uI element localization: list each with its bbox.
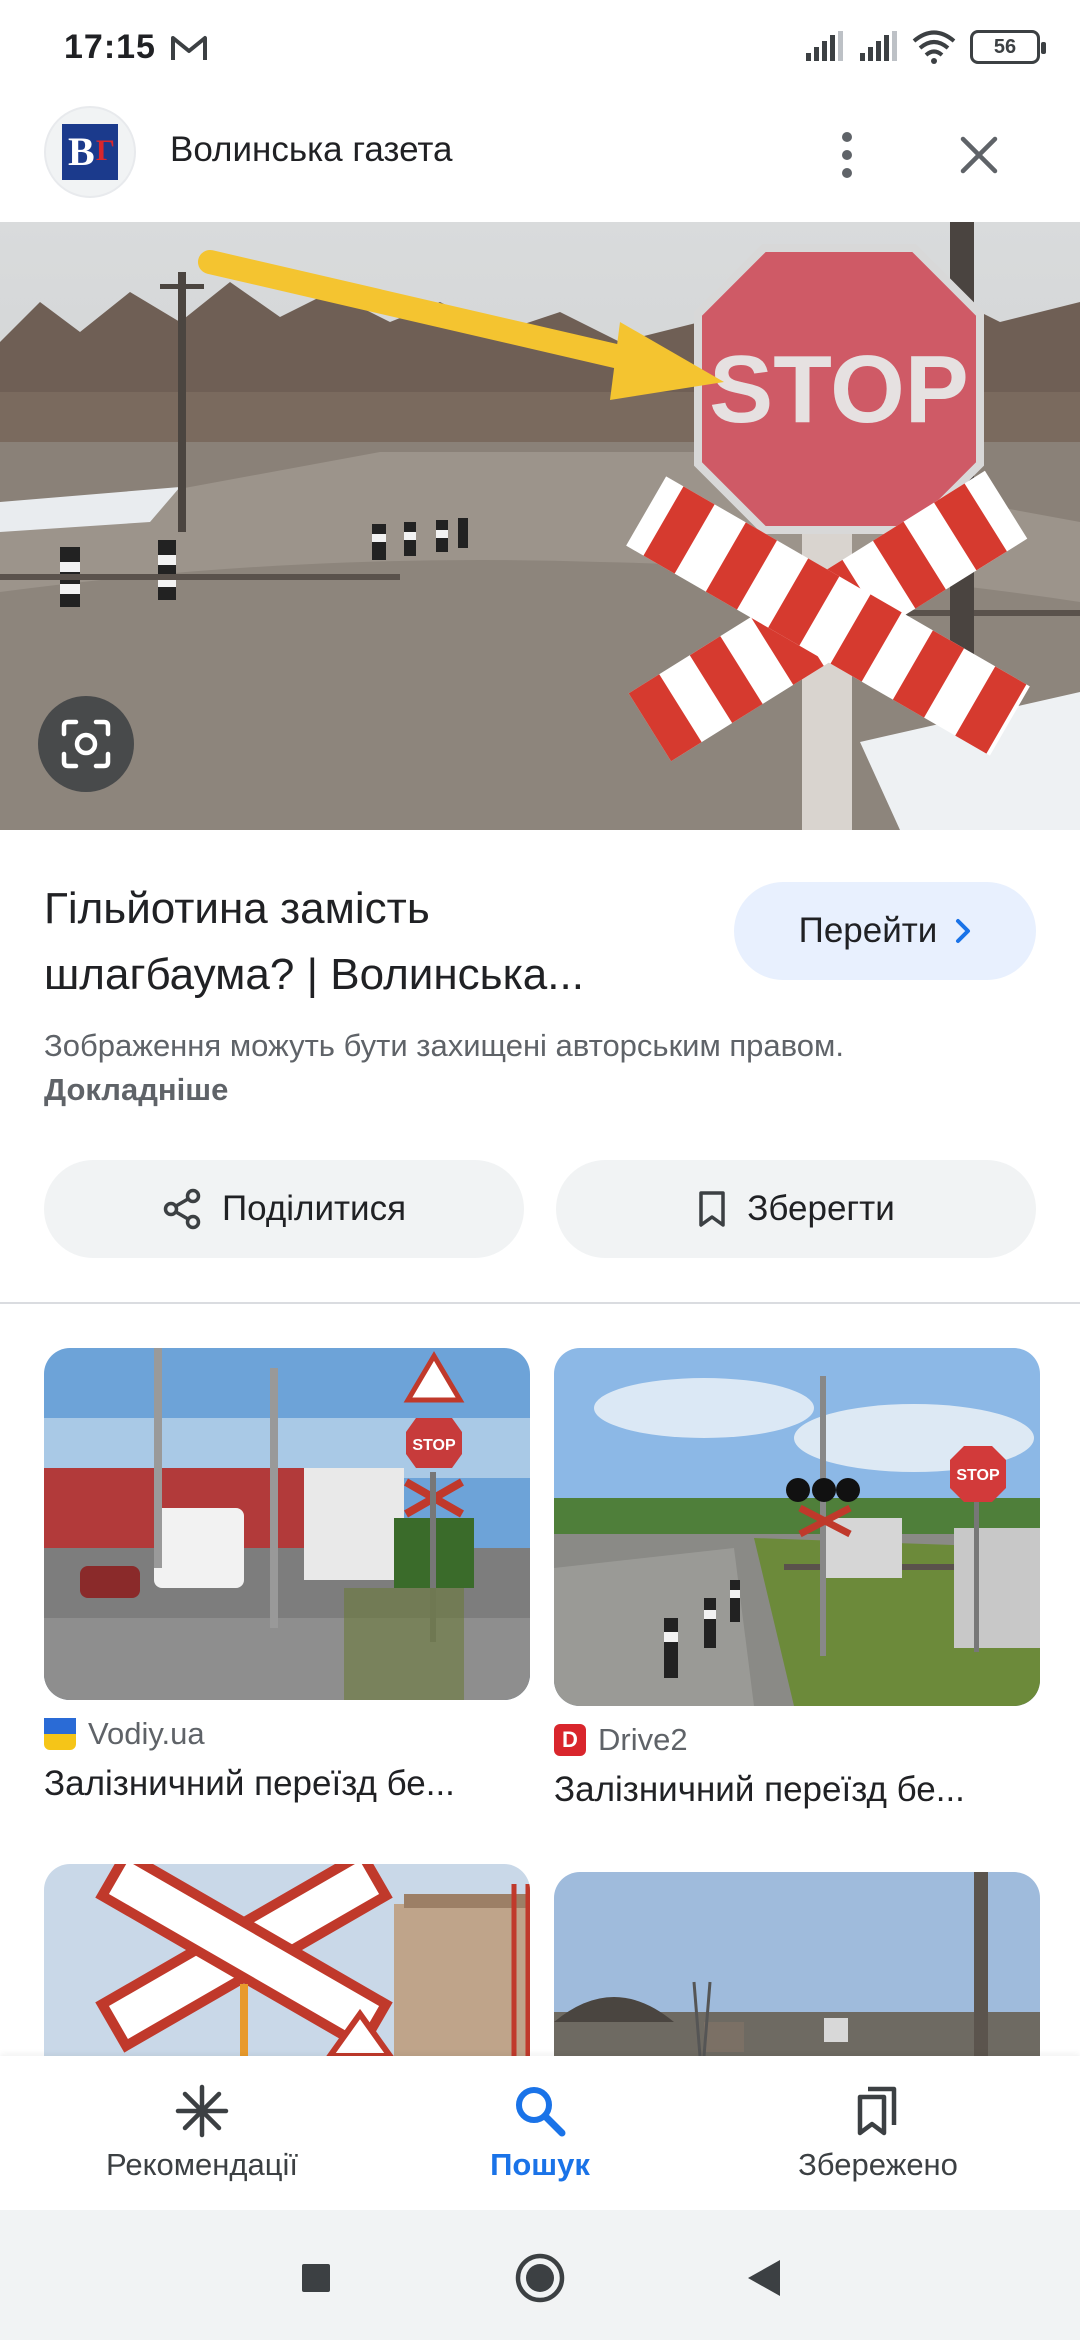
- bookmarks-icon: [857, 2086, 897, 2136]
- visit-button[interactable]: Перейти: [734, 882, 1036, 980]
- back-triangle-icon: [748, 2260, 780, 2296]
- nav-saved[interactable]: Збережено: [728, 2056, 1028, 2210]
- related-item[interactable]: [44, 1864, 530, 2056]
- railway-crossing-photo: STOP: [0, 222, 1080, 830]
- signal-icon-2: [860, 31, 897, 61]
- result-title: Гільйотина замість шлагбаума? | Волинськ…: [44, 884, 584, 999]
- recents-button[interactable]: [278, 2240, 354, 2316]
- section-divider: [0, 1302, 1080, 1304]
- related-item[interactable]: STOP D Drive2 Залізничний переїзд бе...: [554, 1348, 1040, 1810]
- google-lens-button[interactable]: [38, 696, 134, 792]
- site-logo-image: ВГ: [62, 124, 118, 180]
- save-button[interactable]: Зберегти: [556, 1160, 1036, 1258]
- nav-search[interactable]: Пошук: [390, 2056, 690, 2210]
- asterisk-icon: [175, 2084, 229, 2138]
- copyright-notice: Зображення можуть бути захищені авторськ…: [44, 1024, 844, 1112]
- lens-icon: [61, 719, 111, 769]
- close-button[interactable]: [944, 120, 1014, 190]
- related-thumbnail[interactable]: STOP: [44, 1348, 530, 1700]
- square-icon: [302, 2264, 330, 2292]
- related-source-name: Vodiy.ua: [88, 1716, 205, 1751]
- drive2-favicon-icon: D: [554, 1724, 586, 1756]
- related-title[interactable]: Залізничний переїзд бе...: [44, 1764, 530, 1804]
- site-name[interactable]: Волинська газета: [170, 130, 452, 170]
- close-icon: [960, 136, 998, 174]
- home-button[interactable]: [502, 2240, 578, 2316]
- more-vert-icon: [842, 132, 852, 178]
- share-icon: [163, 1188, 201, 1230]
- bottom-navigation: Рекомендації Пошук Збережено: [0, 2056, 1080, 2210]
- wifi-icon: [912, 30, 956, 64]
- back-button[interactable]: [726, 2240, 802, 2316]
- status-time: 17:15: [64, 28, 156, 66]
- status-icons: 56: [804, 30, 1046, 64]
- nav-saved-label: Збережено: [798, 2147, 958, 2182]
- main-image[interactable]: STOP: [0, 222, 1080, 830]
- nav-recommendations[interactable]: Рекомендації: [52, 2056, 352, 2210]
- learn-more-link[interactable]: Докладніше: [44, 1072, 228, 1107]
- related-source-name: Drive2: [598, 1722, 688, 1757]
- nav-recommendations-label: Рекомендації: [106, 2147, 298, 2182]
- search-icon: [516, 2087, 566, 2137]
- home-circle-icon: [515, 2253, 565, 2303]
- related-item[interactable]: STOP Vodiy.ua Залізничний переїзд бе...: [44, 1348, 530, 1804]
- svg-text:STOP: STOP: [412, 1437, 456, 1454]
- site-logo[interactable]: ВГ: [44, 106, 136, 198]
- visit-button-label: Перейти: [798, 911, 938, 950]
- nav-search-label: Пошук: [490, 2147, 590, 2182]
- system-navigation-bar: [0, 2210, 1080, 2340]
- gmail-icon: [170, 34, 208, 67]
- result-header: ВГ Волинська газета: [0, 100, 1080, 220]
- related-source: Vodiy.ua: [44, 1714, 530, 1754]
- signal-icon: [806, 31, 843, 61]
- chevron-right-icon: [956, 919, 971, 943]
- related-thumbnail[interactable]: STOP: [554, 1348, 1040, 1706]
- related-thumbnail[interactable]: [554, 1872, 1040, 2056]
- svg-text:STOP: STOP: [956, 1467, 1000, 1484]
- battery-indicator: 56: [970, 30, 1046, 64]
- related-item[interactable]: [554, 1872, 1040, 2056]
- status-bar: 17:15 56: [0, 0, 1080, 96]
- svg-text:STOP: STOP: [709, 336, 969, 443]
- vodiy-favicon-icon: [44, 1718, 76, 1750]
- share-button[interactable]: Поділитися: [44, 1160, 524, 1258]
- save-button-label: Зберегти: [747, 1189, 895, 1228]
- related-source: D Drive2: [554, 1720, 1040, 1760]
- more-options-button[interactable]: [812, 120, 882, 190]
- related-title[interactable]: Залізничний переїзд бе...: [554, 1770, 1040, 1810]
- share-button-label: Поділитися: [221, 1189, 407, 1228]
- bookmark-icon: [699, 1191, 725, 1227]
- related-thumbnail[interactable]: [44, 1864, 530, 2056]
- copyright-text: Зображення можуть бути захищені авторськ…: [44, 1028, 844, 1063]
